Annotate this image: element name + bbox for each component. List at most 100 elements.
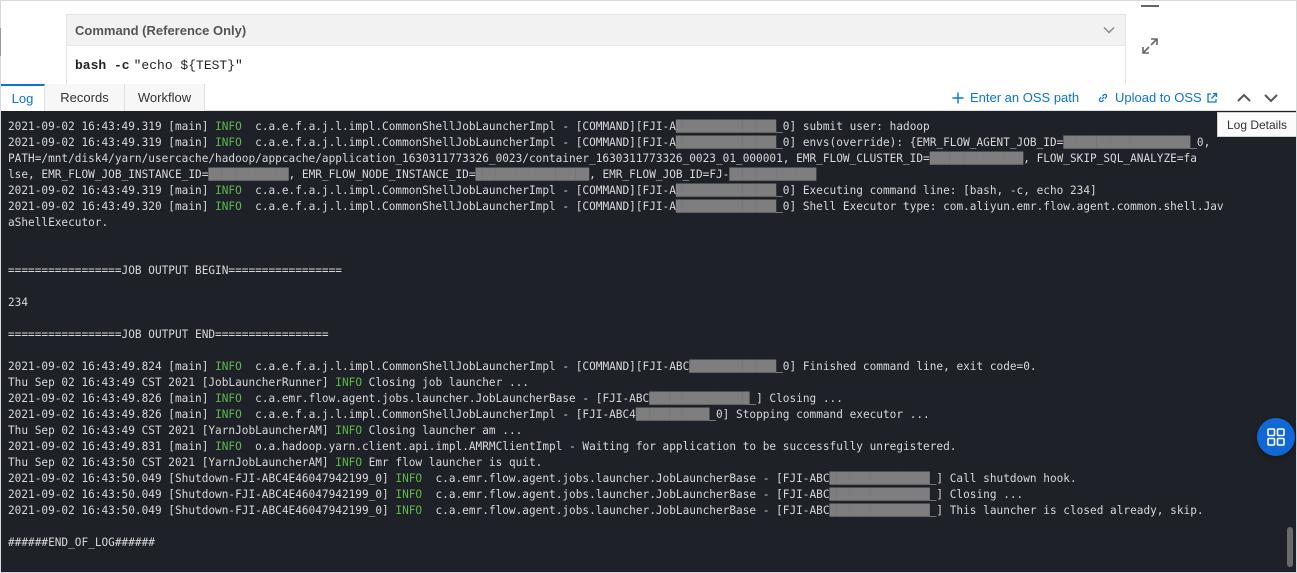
- log-text: Closing launcher am ...: [362, 424, 523, 437]
- log-line: Thu Sep 02 16:43:50 CST 2021 [YarnJobLau…: [8, 455, 1284, 471]
- log-text: _0,: [1190, 136, 1211, 149]
- chevron-down-icon[interactable]: [1101, 22, 1117, 38]
- chevron-up-icon[interactable]: [1236, 91, 1252, 105]
- command-panel: Command (Reference Only) bash -c "echo $…: [66, 14, 1126, 84]
- redacted-text: █████████████: [729, 168, 817, 181]
- enter-oss-path-button[interactable]: Enter an OSS path: [952, 84, 1079, 111]
- log-level: INFO: [395, 504, 423, 517]
- log-line: Thu Sep 02 16:43:49 CST 2021 [JobLaunche…: [8, 375, 1284, 391]
- log-tab-bar: Log Records Workflow Enter an OSS path U…: [1, 84, 1296, 111]
- log-text: 2021-09-02 16:43:49.319 [main]: [8, 120, 216, 133]
- log-console[interactable]: 2021-09-02 16:43:49.319 [main] INFO c.a.…: [1, 111, 1296, 572]
- log-level: INFO: [215, 440, 242, 453]
- redacted-text: ███████████████: [675, 200, 777, 213]
- redacted-text: ███████████████: [829, 488, 930, 501]
- log-line: 2021-09-02 16:43:50.049 [Shutdown-FJI-AB…: [8, 471, 1284, 487]
- log-text: lse, EMR_FLOW_JOB_INSTANCE_ID=: [8, 168, 209, 181]
- log-line: =================JOB OUTPUT BEGIN=======…: [8, 263, 1284, 279]
- log-level: INFO: [335, 456, 362, 469]
- log-text: PATH=/mnt/disk4/yarn/usercache/hadoop/ap…: [8, 152, 930, 165]
- log-line: 2021-09-02 16:43:50.049 [Shutdown-FJI-AB…: [8, 503, 1284, 519]
- tab-log[interactable]: Log: [1, 84, 45, 111]
- log-text: c.a.e.f.a.j.l.impl.CommonShellJobLaunche…: [241, 360, 690, 373]
- redacted-text: ███████████████: [829, 472, 930, 485]
- log-text: 2021-09-02 16:43:49.824 [main]: [8, 360, 216, 373]
- log-text: =================JOB OUTPUT BEGIN=======…: [8, 264, 342, 277]
- log-line: 2021-09-02 16:43:49.826 [main] INFO c.a.…: [8, 391, 1284, 407]
- log-text: _0] envs(override): {EMR_FLOW_AGENT_JOB_…: [776, 136, 1064, 149]
- redacted-text: ███████████████: [675, 120, 777, 133]
- grid-icon: [1267, 428, 1285, 446]
- redacted-text: ███████████████████: [1063, 136, 1191, 149]
- log-line: Thu Sep 02 16:43:49 CST 2021 [YarnJobLau…: [8, 423, 1284, 439]
- log-level: INFO: [215, 200, 242, 213]
- log-text: o.a.hadoop.yarn.client.api.impl.AMRMClie…: [241, 440, 957, 453]
- log-line: 2021-09-02 16:43:49.831 [main] INFO o.a.…: [8, 439, 1284, 455]
- log-line: lse, EMR_FLOW_JOB_INSTANCE_ID=██████████…: [8, 167, 1284, 183]
- log-text: _] Closing ...: [929, 488, 1024, 501]
- log-level: INFO: [215, 392, 242, 405]
- command-text: bash -c "echo ${TEST}": [67, 46, 1125, 84]
- log-line: aShellExecutor.: [8, 215, 1284, 231]
- log-line: ######END_OF_LOG######: [8, 535, 1284, 551]
- log-text: ######END_OF_LOG######: [8, 536, 155, 549]
- log-text: 2021-09-02 16:43:49.320 [main]: [8, 200, 216, 213]
- log-text: , EMR_FLOW_NODE_INSTANCE_ID=: [288, 168, 476, 181]
- redacted-text: ██████████████: [929, 152, 1024, 165]
- log-line: 2021-09-02 16:43:50.049 [Shutdown-FJI-AB…: [8, 487, 1284, 503]
- log-text: c.a.emr.flow.agent.jobs.launcher.JobLaun…: [422, 488, 830, 501]
- upload-to-oss-button[interactable]: Upload to OSS: [1097, 84, 1218, 111]
- log-line: 2021-09-02 16:43:49.824 [main] INFO c.a.…: [8, 359, 1284, 375]
- log-text: 234: [8, 296, 29, 309]
- log-level: INFO: [215, 136, 242, 149]
- log-text: , EMR_FLOW_JOB_ID=FJ-: [589, 168, 730, 181]
- log-level: INFO: [215, 360, 242, 373]
- log-text: , FLOW_SKIP_SQL_ANALYZE=fa: [1023, 152, 1197, 165]
- floating-menu-button[interactable]: [1257, 418, 1295, 456]
- chevron-down-icon[interactable]: [1263, 91, 1279, 105]
- redacted-text: ████████████: [208, 168, 289, 181]
- log-details-tooltip: Log Details: [1217, 112, 1297, 137]
- log-line: =================JOB OUTPUT END=========…: [8, 327, 1284, 343]
- log-text: _] This launcher is closed already, skip…: [929, 504, 1204, 517]
- log-level: INFO: [215, 184, 242, 197]
- log-text: c.a.e.f.a.j.l.impl.CommonShellJobLaunche…: [241, 184, 676, 197]
- log-text: 2021-09-02 16:43:50.049 [Shutdown-FJI-AB…: [8, 488, 396, 501]
- log-text: c.a.e.f.a.j.l.impl.CommonShellJobLaunche…: [241, 200, 676, 213]
- log-text: Emr flow launcher is quit.: [362, 456, 543, 469]
- link-icon: [1098, 93, 1108, 102]
- tab-workflow[interactable]: Workflow: [125, 84, 205, 111]
- log-text: 2021-09-02 16:43:50.049 [Shutdown-FJI-AB…: [8, 472, 396, 485]
- upload-to-oss-label: Upload to OSS: [1115, 90, 1202, 105]
- log-text: 2021-09-02 16:43:49.831 [main]: [8, 440, 216, 453]
- log-text: 2021-09-02 16:43:50.049 [Shutdown-FJI-AB…: [8, 504, 396, 517]
- expand-icon[interactable]: [1140, 36, 1160, 56]
- redacted-text: ███████████████: [649, 392, 750, 405]
- log-text: c.a.e.f.a.j.l.impl.CommonShellJobLaunche…: [241, 136, 676, 149]
- minimize-icon[interactable]: [1141, 5, 1159, 7]
- external-link-icon: [1207, 92, 1217, 103]
- log-text: 2021-09-02 16:43:49.826 [main]: [8, 392, 216, 405]
- redacted-text: ███████████████: [675, 184, 777, 197]
- log-line: 2021-09-02 16:43:49.319 [main] INFO c.a.…: [8, 183, 1284, 199]
- tab-records[interactable]: Records: [45, 84, 125, 111]
- log-text: _0] Finished command line, exit code=0.: [776, 360, 1037, 373]
- enter-oss-path-label: Enter an OSS path: [970, 90, 1080, 105]
- redacted-text: █████████████████: [475, 168, 590, 181]
- log-line: 234: [8, 295, 1284, 311]
- log-line: 2021-09-02 16:43:49.826 [main] INFO c.a.…: [8, 407, 1284, 423]
- log-text: Thu Sep 02 16:43:49 CST 2021 [JobLaunche…: [8, 376, 336, 389]
- command-panel-header[interactable]: Command (Reference Only): [67, 15, 1125, 46]
- log-text: _0] Shell Executor type: com.aliyun.emr.…: [776, 200, 1224, 213]
- log-text: 2021-09-02 16:43:49.319 [main]: [8, 184, 216, 197]
- command-keyword: bash -c: [75, 57, 130, 73]
- console-scrollbar[interactable]: [1287, 527, 1293, 567]
- log-level: INFO: [335, 424, 362, 437]
- log-text: aShellExecutor.: [8, 216, 109, 229]
- log-text: _0] Stopping command executor ...: [709, 408, 930, 421]
